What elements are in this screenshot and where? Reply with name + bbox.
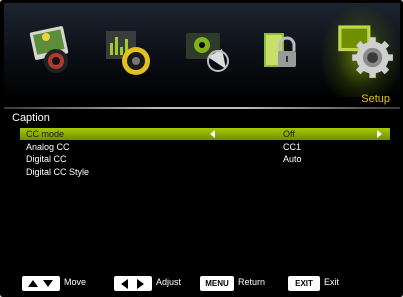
row-value: CC1	[283, 141, 302, 152]
help-exit-label: Exit	[324, 277, 340, 287]
row-label: Digital CC	[26, 154, 67, 164]
help-return-label: Return	[238, 277, 266, 287]
setup-gear-icon[interactable]	[334, 19, 394, 79]
help-move: Move	[22, 276, 112, 291]
lock-icon[interactable]	[254, 23, 310, 79]
menu-key: MENU	[200, 276, 234, 291]
divider	[4, 107, 400, 109]
help-move-label: Move	[64, 277, 87, 287]
help-exit: EXIT Exit	[288, 276, 378, 291]
row-label: Digital CC Style	[26, 166, 90, 177]
exit-key: EXIT	[288, 276, 320, 291]
up-down-keys-icon	[22, 276, 60, 291]
picture-icon[interactable]	[26, 23, 82, 79]
help-bar: Move Adjust MENU Return EXIT Exit	[4, 271, 400, 294]
arrow-left-icon[interactable]	[210, 130, 215, 138]
row-value: Auto	[283, 154, 302, 164]
list-item-cc-mode[interactable]: CC mode Off	[20, 128, 390, 140]
help-adjust-label: Adjust	[156, 277, 182, 287]
help-return: MENU Return	[200, 276, 290, 291]
list-item-digital-cc-style[interactable]: Digital CC Style	[20, 166, 390, 178]
left-right-keys-icon	[114, 276, 152, 291]
row-label: Analog CC	[26, 141, 70, 152]
osd-screen: Setup Caption CC mode Off Analog CC CC1 …	[4, 3, 400, 294]
caption-settings-list: CC mode Off Analog CC CC1 Digital CC Aut…	[20, 128, 390, 178]
row-label: CC mode	[26, 129, 65, 139]
active-section-label: Setup	[361, 93, 390, 105]
channel-icon[interactable]	[178, 23, 234, 79]
arrow-right-icon[interactable]	[377, 130, 382, 138]
help-adjust: Adjust	[114, 276, 204, 291]
sound-icon[interactable]	[102, 23, 158, 79]
panel-title: Caption	[12, 112, 50, 124]
list-item-analog-cc[interactable]: Analog CC CC1	[20, 141, 390, 153]
row-value: Off	[283, 129, 295, 139]
list-item-digital-cc[interactable]: Digital CC Auto	[20, 153, 390, 165]
menu-icon-strip: Setup	[4, 3, 400, 105]
